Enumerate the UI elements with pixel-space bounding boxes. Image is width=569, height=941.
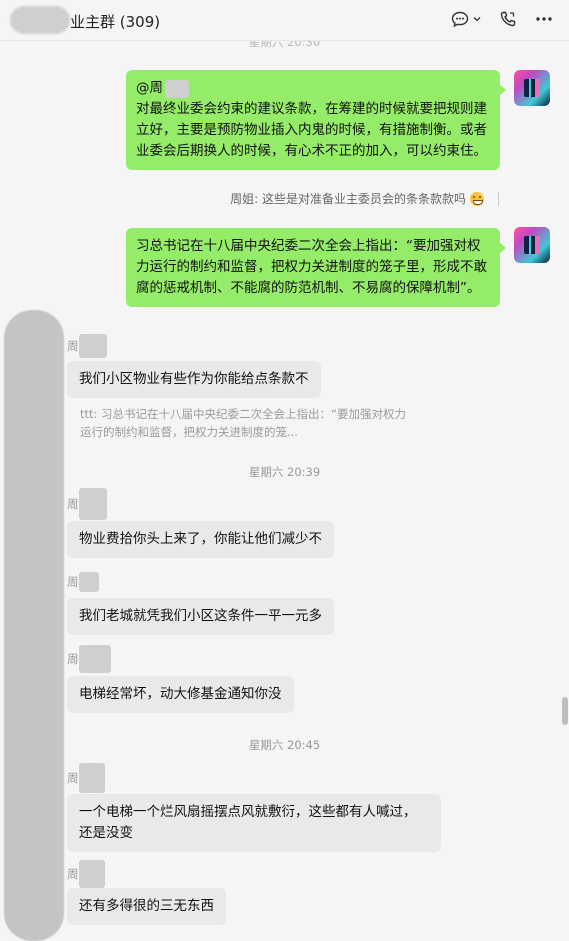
timestamp: 星期六 20:39: [248, 465, 321, 479]
message-text: 电梯经常坏，动大修基金通知你没: [79, 686, 282, 702]
timestamp: 星期六 20:45: [248, 738, 321, 752]
message-bubble-other[interactable]: 物业费拾你头上来了，你能让他们减少不: [67, 521, 334, 558]
sender-name: 周: [67, 860, 105, 888]
self-avatar[interactable]: [514, 70, 550, 106]
message-text: 对最终业委会约束的建议条款，在筹建的时候就要把规则建立好，主要是预防物业插入内鬼…: [136, 101, 487, 159]
quoted-reference[interactable]: 周姐: 这些是对准备业主委员会的条条款款吗: [230, 190, 499, 207]
sender-name: 周: [67, 488, 107, 520]
group-avatar-redacted: [10, 6, 70, 34]
message-text: 我们小区物业有些作为你能给点条款不: [79, 371, 309, 387]
message-text: 一个电梯一个烂风扇摇摆点风就敷衍，这些都有人喊过，还是没变: [79, 804, 417, 841]
message-text: 我们老城就凭我们小区这条件一平一元多: [79, 608, 322, 624]
redacted-name: [78, 763, 105, 793]
message-bubble-other[interactable]: 我们小区物业有些作为你能给点条款不: [67, 361, 321, 398]
message-bubble-self[interactable]: @周 对最终业委会约束的建议条款，在筹建的时候就要把规则建立好，主要是预防物业插…: [126, 70, 506, 170]
more-icon[interactable]: [535, 16, 553, 22]
redacted-avatars-column: [4, 310, 64, 941]
group-title[interactable]: 业主群 (309): [70, 11, 160, 32]
chat-bubble-icon: [451, 11, 469, 27]
chat-menu-button[interactable]: [451, 11, 481, 28]
message-bubble-self[interactable]: 习总书记在十八届中央纪委二次全会上指出：“要加强对权力运行的制约和监督，把权力关…: [126, 228, 506, 307]
mention: @周: [136, 78, 490, 99]
self-avatar[interactable]: [514, 227, 550, 263]
message-bubble-other[interactable]: 电梯经常坏，动大修基金通知你没: [67, 676, 294, 713]
chevron-down-icon: [473, 17, 481, 22]
message-bubble-other[interactable]: 还有多得很的三无东西: [67, 888, 226, 925]
scrollbar-thumb[interactable]: [562, 697, 568, 725]
sender-name: 周: [67, 763, 105, 793]
message-bubble-other[interactable]: 一个电梯一个烂风扇摇摆点风就敷衍，这些都有人喊过，还是没变: [67, 794, 441, 852]
sender-name: 周: [67, 572, 99, 592]
sender-name: 周: [67, 645, 111, 673]
message-text: 习总书记在十八届中央纪委二次全会上指出：“要加强对权力运行的制约和监督，把权力关…: [136, 238, 487, 296]
header-actions: [451, 10, 553, 28]
redacted-name: [165, 79, 189, 98]
grin-emoji-icon: [470, 191, 484, 206]
redacted-name: [78, 488, 107, 520]
redacted-name: [78, 860, 105, 888]
message-text: 还有多得很的三无东西: [79, 898, 214, 914]
sender-name: 周: [67, 334, 107, 358]
message-bubble-other[interactable]: 我们老城就凭我们小区这条件一平一元多: [67, 598, 334, 635]
reply-quote[interactable]: ttt: 习总书记在十八届中央纪委二次全会上指出：“要加强对权力运行的制约和监督…: [80, 405, 410, 441]
message-text: 物业费拾你头上来了，你能让他们减少不: [79, 531, 322, 547]
phone-call-icon[interactable]: [499, 10, 517, 28]
chat-header: 业主群 (309): [0, 0, 569, 41]
redacted-name: [78, 645, 111, 673]
redacted-name: [78, 572, 99, 592]
quote-divider: [498, 191, 499, 206]
redacted-name: [78, 334, 107, 358]
